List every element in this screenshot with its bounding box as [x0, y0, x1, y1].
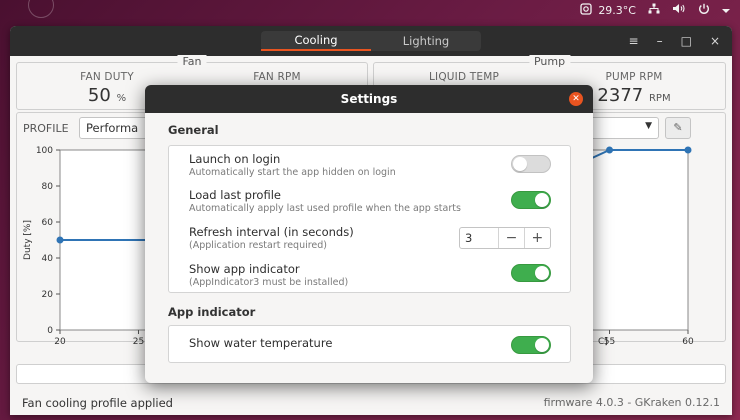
fan-rpm-stat: FAN RPM	[207, 71, 347, 83]
fan-rpm-label: FAN RPM	[253, 71, 301, 83]
tab-cooling[interactable]: Cooling	[261, 31, 371, 51]
profile-label: PROFILE	[23, 122, 69, 135]
setting-title: Show app indicator	[189, 262, 300, 276]
volume-icon[interactable]	[672, 3, 686, 17]
show-water-temperature-switch[interactable]	[511, 336, 551, 354]
general-section-title: General	[168, 123, 219, 137]
close-button[interactable]: ×	[710, 34, 720, 48]
window-headerbar: Cooling Lighting ≡ – □ ×	[10, 26, 732, 56]
setting-subtitle: (AppIndicator3 must be installed)	[189, 277, 349, 288]
status-message: Fan cooling profile applied	[22, 395, 173, 410]
x-tick-label: 20	[54, 337, 66, 347]
fan-group-title: Fan	[177, 55, 207, 68]
pencil-icon: ✎	[673, 121, 683, 134]
setting-refresh-interval: Refresh interval (in seconds) (Applicati…	[189, 225, 551, 253]
app-indicator-card: Show water temperature	[168, 325, 571, 363]
sensor-icon	[580, 2, 592, 18]
maximize-button[interactable]: □	[681, 34, 692, 48]
duty-curve-point	[684, 146, 692, 154]
load-last-profile-switch[interactable]	[511, 191, 551, 209]
y-tick-label: 20	[42, 290, 54, 300]
dialog-header: Settings ✕	[145, 85, 593, 113]
chevron-down-icon: ▼	[645, 121, 652, 131]
y-tick-label: 60	[42, 218, 54, 228]
dialog-close-button[interactable]: ✕	[569, 92, 583, 106]
fan-duty-unit: %	[116, 93, 127, 104]
chevron-down-icon[interactable]	[722, 4, 730, 17]
settings-dialog: Settings ✕ General Launch on login Autom…	[145, 85, 593, 383]
setting-title: Launch on login	[189, 152, 281, 166]
power-icon[interactable]	[698, 3, 710, 18]
show-app-indicator-switch[interactable]	[511, 264, 551, 282]
y-tick-label: 40	[42, 254, 54, 264]
network-icon[interactable]	[648, 3, 660, 17]
profile-selected-value: Performa	[86, 121, 139, 135]
view-tabs: Cooling Lighting	[261, 31, 481, 51]
close-icon: ✕	[572, 94, 580, 104]
x-tick-label: 60	[682, 337, 694, 347]
switch-knob	[513, 157, 527, 171]
setting-load-last-profile: Load last profile Automatically apply la…	[189, 188, 551, 216]
setting-title: Load last profile	[189, 188, 281, 202]
general-settings-card: Launch on login Automatically start the …	[168, 145, 571, 293]
fan-duty-label: FAN DUTY	[80, 71, 134, 83]
decrement-button[interactable]: −	[499, 228, 525, 248]
sensor-indicator[interactable]: 29.3°C	[580, 2, 636, 18]
status-bar: Fan cooling profile applied firmware 4.0…	[10, 390, 732, 415]
launch-on-login-switch[interactable]	[511, 155, 551, 173]
setting-title: Show water temperature	[189, 336, 333, 350]
y-tick-label: 80	[42, 182, 54, 192]
dialog-title: Settings	[340, 92, 398, 106]
liquid-temp-label: LIQUID TEMP	[428, 71, 500, 83]
switch-knob	[535, 266, 549, 280]
pump-rpm-unit: RPM	[648, 93, 671, 104]
app-indicator-section-title: App indicator	[168, 305, 256, 319]
pump-group-title: Pump	[528, 55, 571, 68]
temperature-readout: 29.3°C	[598, 3, 636, 17]
setting-show-app-indicator: Show app indicator (AppIndicator3 must b…	[189, 262, 551, 290]
setting-show-water-temperature: Show water temperature	[189, 336, 551, 356]
edit-profile-button[interactable]: ✎	[665, 117, 691, 139]
minimize-button[interactable]: –	[657, 34, 663, 48]
duty-curve-point	[56, 236, 64, 244]
y-tick-label: 100	[36, 146, 53, 156]
setting-subtitle: Automatically apply last used profile wh…	[189, 203, 461, 214]
liquid-temp-stat: LIQUID TEMP	[394, 71, 534, 83]
setting-subtitle: Automatically start the app hidden on lo…	[189, 167, 396, 178]
tab-lighting[interactable]: Lighting	[371, 31, 481, 51]
pump-rpm-label: PUMP RPM	[605, 71, 663, 83]
refresh-interval-stepper: 3 − +	[459, 227, 551, 249]
duty-curve-point	[606, 146, 613, 154]
setting-launch-on-login: Launch on login Automatically start the …	[189, 152, 551, 180]
increment-button[interactable]: +	[525, 228, 550, 248]
window-controls: ≡ – □ ×	[629, 26, 720, 56]
x-axis-label-partial: C]	[598, 337, 608, 347]
system-topbar: 29.3°C	[0, 0, 740, 20]
x-tick-label: 25	[133, 337, 144, 347]
switch-knob	[535, 193, 549, 207]
refresh-interval-input[interactable]: 3	[460, 228, 500, 248]
switch-knob	[535, 338, 549, 352]
firmware-version: firmware 4.0.3 - GKraken 0.12.1	[543, 396, 720, 409]
y-axis-label: Duty [%]	[23, 220, 33, 260]
y-tick-label: 0	[47, 326, 53, 336]
menu-icon[interactable]: ≡	[629, 34, 639, 48]
